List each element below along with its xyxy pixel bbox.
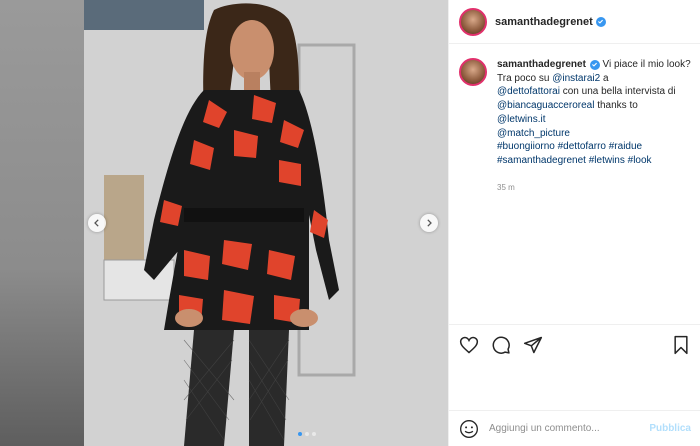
avatar[interactable]: [459, 7, 487, 36]
heart-icon: [459, 336, 479, 353]
caption-avatar[interactable]: [459, 58, 487, 86]
mention-link[interactable]: @biancaguacceroreal: [497, 100, 594, 111]
caption-text: samanthadegrenet Vi piace il mio look? T…: [497, 58, 691, 168]
paper-plane-icon: [523, 336, 543, 353]
chevron-right-icon: [427, 219, 432, 227]
smiley-icon: [460, 419, 478, 438]
caption-username[interactable]: samanthadegrenet: [497, 59, 586, 70]
caption-text-b: con una bella intervista di: [559, 86, 676, 98]
post-side-panel: samanthadegrenet samanthadegrenet Vi pia…: [448, 0, 700, 446]
post-modal-backdrop: samanthadegrenet samanthadegrenet Vi pia…: [0, 0, 700, 446]
header-username[interactable]: samanthadegrenet: [495, 16, 593, 28]
previous-photo-button[interactable]: [88, 214, 106, 232]
comment-input[interactable]: [489, 423, 639, 434]
action-bar: [449, 324, 700, 364]
chevron-left-icon: [94, 219, 99, 227]
mention-link[interactable]: @dettofattorai: [497, 86, 560, 97]
mention-link[interactable]: @letwins.it: [497, 114, 546, 125]
blurred-background: [0, 0, 84, 446]
verified-badge-icon: [589, 59, 600, 70]
next-photo-button[interactable]: [420, 214, 438, 232]
hashtags[interactable]: #samanthadegrenet #letwins #look: [497, 155, 652, 166]
publish-button[interactable]: Pubblica: [649, 423, 691, 434]
post-caption: samanthadegrenet Vi piace il mio look? T…: [459, 58, 691, 168]
comment-icon: [492, 336, 510, 354]
emoji-button[interactable]: [459, 419, 479, 439]
like-button[interactable]: [459, 335, 479, 355]
photo-illustration: [84, 0, 448, 446]
comment-bar: Pubblica: [449, 410, 700, 446]
caption-text-a: a: [600, 72, 609, 84]
post-header: samanthadegrenet: [449, 0, 700, 44]
carousel-dot: [298, 432, 302, 436]
mention-link[interactable]: @match_picture: [497, 128, 570, 139]
mention-link[interactable]: @instarai2: [552, 73, 600, 84]
post-photo[interactable]: [84, 0, 448, 446]
bookmark-icon: [674, 335, 688, 354]
caption-text-c: thanks to: [594, 100, 638, 112]
post-timestamp[interactable]: 35 m: [497, 183, 515, 192]
carousel-dot: [312, 432, 316, 436]
hashtags[interactable]: #buongiiorno #dettofarro #raidue: [497, 141, 642, 152]
share-button[interactable]: [523, 335, 543, 355]
save-button[interactable]: [671, 335, 691, 355]
carousel-indicator: [298, 432, 316, 436]
verified-badge-icon: [595, 16, 606, 27]
carousel-dot: [305, 432, 309, 436]
comment-button[interactable]: [491, 335, 511, 355]
